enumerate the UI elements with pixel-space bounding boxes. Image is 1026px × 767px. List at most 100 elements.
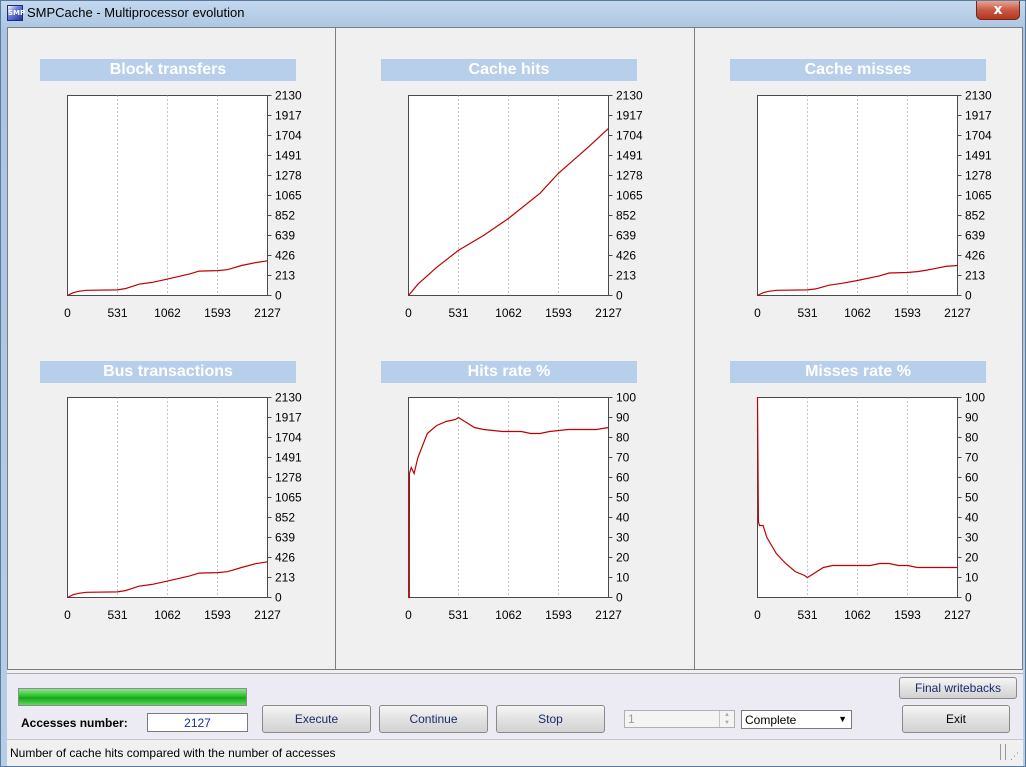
x-tick-label: 0	[405, 608, 412, 622]
y-tick-label: 0	[275, 289, 282, 303]
y-tick-label: 70	[616, 451, 630, 465]
stop-button[interactable]: Stop	[496, 705, 605, 733]
y-tick-label: 0	[275, 591, 282, 605]
x-tick-label: 531	[107, 608, 127, 622]
bus-transactions-chart-title: Bus transactions	[40, 361, 296, 383]
y-tick-label: 1917	[616, 109, 643, 123]
x-tick-label: 1593	[204, 608, 231, 622]
x-tick-label: 531	[797, 306, 817, 320]
x-tick-label: 0	[754, 306, 761, 320]
y-tick-label: 852	[275, 511, 295, 525]
y-tick-label: 426	[275, 249, 295, 263]
y-tick-label: 0	[965, 591, 972, 605]
y-tick-label: 639	[275, 229, 295, 243]
execute-button[interactable]: Execute	[262, 705, 371, 733]
x-tick-label: 531	[797, 608, 817, 622]
y-tick-label: 1278	[275, 471, 302, 485]
x-tick-label: 531	[448, 608, 468, 622]
y-tick-label: 852	[275, 209, 295, 223]
y-tick-label: 213	[965, 269, 985, 283]
y-tick-label: 20	[965, 551, 979, 565]
y-tick-label: 1278	[965, 169, 992, 183]
x-tick-label: 1593	[894, 608, 921, 622]
close-button[interactable]: x	[976, 1, 1020, 20]
y-tick-label: 213	[616, 269, 636, 283]
cache-hits-chart-title: Cache hits	[381, 59, 637, 81]
exit-button[interactable]: Exit	[902, 705, 1010, 733]
y-tick-label: 1704	[275, 129, 302, 143]
x-tick-label: 531	[448, 306, 468, 320]
x-tick-label: 2127	[944, 608, 971, 622]
y-tick-label: 213	[275, 269, 295, 283]
x-tick-label: 1593	[894, 306, 921, 320]
x-tick-label: 2127	[595, 306, 622, 320]
misses-rate-chart-title: Misses rate %	[730, 361, 986, 383]
y-tick-label: 1917	[275, 109, 302, 123]
y-tick-label: 80	[965, 431, 979, 445]
final-writebacks-button[interactable]: Final writebacks	[899, 677, 1017, 699]
y-tick-label: 1278	[616, 169, 643, 183]
x-tick-label: 0	[64, 306, 71, 320]
accesses-number-field[interactable]: 2127	[147, 713, 248, 732]
hits-rate-chart: 0 531 1062 1593 2127 0 10 20 30 40 50 60 70 80 90 100	[405, 391, 636, 623]
y-tick-label: 1065	[616, 189, 643, 203]
step-spinner[interactable]: 1 ▲ ▼	[624, 710, 735, 728]
y-tick-label: 100	[616, 391, 636, 405]
y-tick-label: 60	[616, 471, 630, 485]
x-tick-label: 1062	[495, 306, 522, 320]
y-tick-label: 1065	[965, 189, 992, 203]
y-tick-label: 70	[965, 451, 979, 465]
y-tick-label: 100	[965, 391, 985, 405]
cache-misses-chart-title: Cache misses	[730, 59, 986, 81]
y-tick-label: 2130	[275, 89, 302, 103]
block-transfers-chart-title: Block transfers	[40, 59, 296, 81]
y-tick-label: 639	[275, 531, 295, 545]
resize-grip-icon[interactable]: ⋰	[1010, 752, 1019, 762]
x-tick-label: 1062	[154, 608, 181, 622]
title-bar[interactable]: SMP SMPCache - Multiprocessor evolution …	[1, 1, 1025, 25]
mode-value: Complete	[745, 713, 797, 727]
x-tick-label: 0	[405, 306, 412, 320]
status-divider	[1000, 744, 1006, 760]
y-tick-label: 1704	[965, 129, 992, 143]
x-tick-label: 1062	[154, 306, 181, 320]
cache-hits-chart: 0 531 1062 1593 2127 0 213 426 639 852 1065 1278 149…	[405, 89, 643, 321]
continue-button[interactable]: Continue	[379, 705, 488, 733]
x-tick-label: 2127	[944, 306, 971, 320]
x-tick-label: 2127	[254, 306, 281, 320]
x-tick-label: 0	[754, 608, 761, 622]
x-tick-label: 1062	[844, 306, 871, 320]
chevron-down-icon: ▼	[838, 714, 847, 724]
y-tick-label: 1278	[275, 169, 302, 183]
y-tick-label: 30	[965, 531, 979, 545]
misses-rate-chart: 0 531 1062 1593 2127 0 10 20 30 40 50 60 70 80 90 100	[754, 391, 985, 623]
y-tick-label: 90	[616, 411, 630, 425]
main-window: SMP SMPCache - Multiprocessor evolution …	[0, 0, 1026, 767]
client-area: Block transfers 0 531 1062 1593 2127 0 213 426 63…	[7, 27, 1023, 766]
y-tick-label: 0	[965, 289, 972, 303]
bus-transactions-chart: 0 531 1062 1593 2127 0 213 426 639 852 1065 1278 149…	[64, 391, 302, 623]
y-tick-label: 0	[616, 591, 623, 605]
y-tick-label: 40	[616, 511, 630, 525]
y-tick-label: 2130	[965, 89, 992, 103]
y-tick-label: 852	[616, 209, 636, 223]
progress-fill	[19, 689, 246, 705]
y-tick-label: 0	[616, 289, 623, 303]
y-tick-label: 639	[616, 229, 636, 243]
y-tick-label: 213	[275, 571, 295, 585]
mode-select[interactable]: Complete ▼	[741, 710, 852, 729]
y-tick-label: 426	[965, 249, 985, 263]
spinner-arrows-icon[interactable]: ▲ ▼	[719, 711, 734, 727]
hits-rate-chart-title: Hits rate %	[381, 361, 637, 383]
x-tick-label: 0	[64, 608, 71, 622]
y-tick-label: 90	[965, 411, 979, 425]
app-icon: SMP	[7, 5, 25, 21]
x-tick-label: 1062	[844, 608, 871, 622]
y-tick-label: 2130	[275, 391, 302, 405]
y-tick-label: 80	[616, 431, 630, 445]
cache-misses-chart: 0 531 1062 1593 2127 0 213 426 639 852 1065 1278 149…	[754, 89, 992, 321]
y-tick-label: 1704	[616, 129, 643, 143]
y-tick-label: 2130	[616, 89, 643, 103]
y-tick-label: 1491	[965, 149, 992, 163]
y-tick-label: 852	[965, 209, 985, 223]
